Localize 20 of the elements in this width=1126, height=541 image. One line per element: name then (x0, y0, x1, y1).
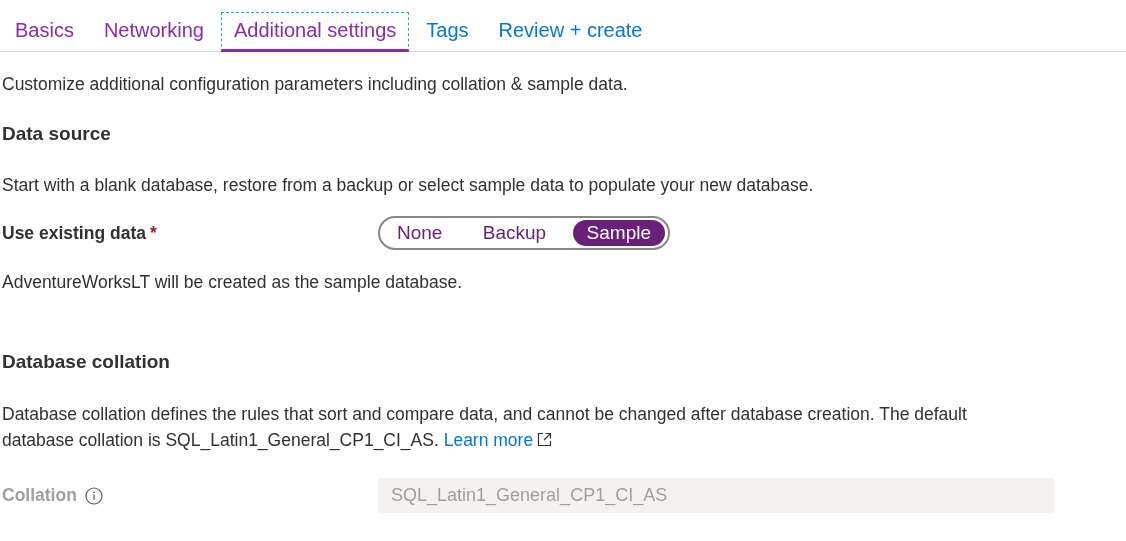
required-mark: * (149, 222, 157, 244)
tab[interactable]: Basics (2, 12, 87, 52)
toggle-option[interactable]: None (383, 220, 457, 246)
section-heading: Data source (2, 123, 112, 145)
tab[interactable]: Tags (413, 12, 482, 52)
info-icon (84, 486, 103, 505)
toggle-option[interactable]: Backup (468, 220, 561, 246)
field-label: Use existing data (2, 222, 146, 244)
section-description: Database collation defines the rules that sort and compare data, and cannot be changed after database creation. The default database collation is SQL_Latin1_General_CP1_CI_AS. Learn more (2, 403, 968, 453)
intro-text: Customize additional configuration parameters including collation & sample data. (2, 74, 629, 95)
toggle-option[interactable]: Sample (572, 220, 665, 246)
section-heading: Database collation (2, 351, 171, 373)
tab[interactable]: Networking (90, 12, 217, 52)
note-text: AdventureWorksLT will be created as the sample database. (2, 272, 464, 293)
section-description: Start with a blank database, restore from a backup or select sample data to populate your new database. (2, 175, 815, 196)
external-link-icon (537, 432, 553, 447)
learn-more-link[interactable]: Learn more (443, 430, 553, 450)
tab[interactable]: Additional settings (220, 12, 410, 52)
field-label: Collation (2, 485, 77, 506)
tab[interactable]: Review + create (485, 12, 656, 52)
